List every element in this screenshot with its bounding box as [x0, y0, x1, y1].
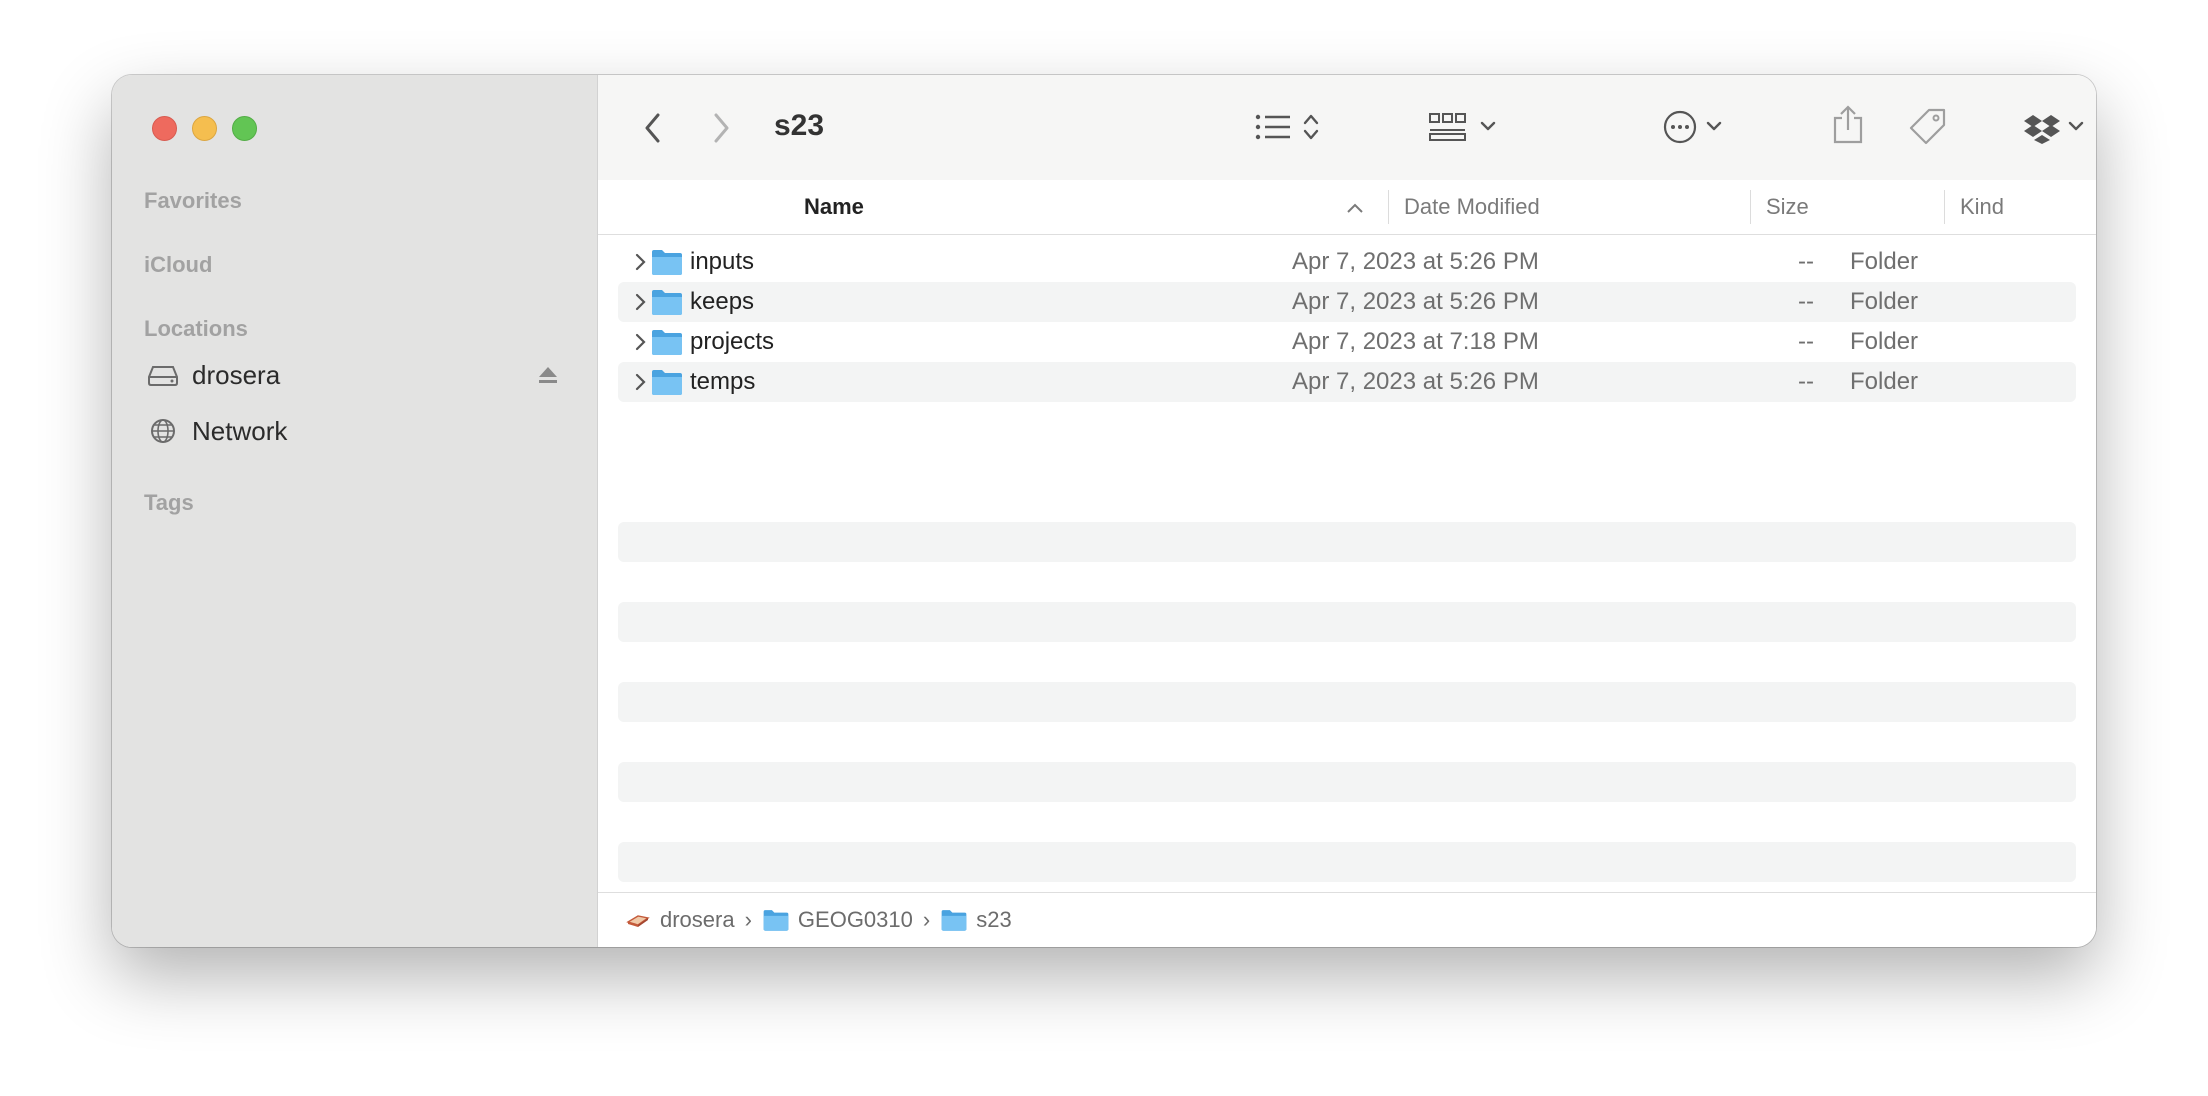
file-kind: Folder	[1850, 368, 1919, 395]
zoom-button[interactable]	[232, 116, 257, 141]
file-kind: Folder	[1850, 328, 1919, 355]
file-name: keeps	[690, 288, 755, 315]
file-size: --	[1798, 368, 1814, 395]
disclosure-chevron-icon[interactable]	[628, 290, 652, 314]
folder-icon	[650, 368, 684, 396]
folder-icon	[941, 910, 967, 931]
group-button[interactable]	[1426, 107, 1508, 147]
eject-icon[interactable]	[536, 363, 560, 387]
column-separator[interactable]	[1388, 190, 1389, 224]
file-name: projects	[690, 328, 775, 355]
drive-icon	[626, 915, 650, 927]
table-row[interactable]: keeps Apr 7, 2023 at 5:26 PM -- Folder	[618, 282, 2076, 322]
table-row[interactable]: temps Apr 7, 2023 at 5:26 PM -- Folder	[618, 362, 2076, 402]
share-button[interactable]	[1828, 103, 1868, 147]
empty-row	[618, 602, 2076, 642]
disclosure-chevron-icon[interactable]	[628, 370, 652, 394]
toolbar: s23	[598, 75, 2096, 181]
path-item-label: GEOG0310	[797, 907, 913, 932]
file-date: Apr 7, 2023 at 5:26 PM	[1292, 288, 1539, 315]
path-item-s23[interactable]: s23	[940, 907, 1012, 933]
content-area: s23 Name Date Modified Size Kind inputs …	[598, 75, 2096, 947]
path-separator-icon: ›	[922, 907, 931, 932]
grid-icon	[1429, 113, 1496, 141]
file-date: Apr 7, 2023 at 5:26 PM	[1292, 368, 1539, 395]
sidebar: Favorites iCloud Locations drosera Netwo…	[112, 75, 598, 947]
sort-ascending-icon[interactable]	[1346, 180, 1364, 234]
file-size: --	[1798, 328, 1814, 355]
column-separator[interactable]	[1944, 190, 1945, 224]
table-row[interactable]: projects Apr 7, 2023 at 7:18 PM -- Folde…	[618, 322, 2076, 362]
drive-icon	[148, 360, 178, 390]
dropbox-button[interactable]	[2024, 107, 2094, 147]
more-icon	[1663, 110, 1722, 144]
share-icon	[1833, 105, 1863, 144]
finder-window: Favorites iCloud Locations drosera Netwo…	[112, 75, 2096, 947]
forward-button[interactable]	[706, 108, 736, 148]
file-date: Apr 7, 2023 at 7:18 PM	[1292, 328, 1539, 355]
dropbox-icon	[2024, 115, 2084, 144]
path-bar: drosera › GEOG0310 › s23	[598, 892, 2096, 947]
empty-row	[618, 842, 2076, 882]
back-button[interactable]	[638, 108, 668, 148]
empty-row	[618, 682, 2076, 722]
column-header: Name Date Modified Size Kind	[598, 180, 2096, 235]
tag-icon	[1909, 108, 1946, 145]
sidebar-item-label: drosera	[192, 359, 281, 390]
file-date: Apr 7, 2023 at 5:26 PM	[1292, 248, 1539, 275]
sidebar-section-tags[interactable]: Tags	[144, 490, 194, 516]
sidebar-item-label: Network	[192, 415, 288, 446]
path-item-drosera[interactable]: drosera	[624, 907, 735, 933]
folder-icon	[650, 328, 684, 356]
folder-icon	[763, 910, 789, 931]
empty-row	[618, 522, 2076, 562]
minimize-button[interactable]	[192, 116, 217, 141]
disclosure-chevron-icon[interactable]	[628, 250, 652, 274]
column-size[interactable]: Size	[1766, 180, 1809, 234]
sidebar-item-drosera[interactable]: drosera	[148, 355, 568, 395]
column-kind[interactable]: Kind	[1960, 180, 2004, 234]
column-name[interactable]: Name	[804, 180, 864, 234]
file-kind: Folder	[1850, 288, 1919, 315]
close-button[interactable]	[152, 116, 177, 141]
action-button[interactable]	[1662, 107, 1732, 147]
view-options-button[interactable]	[1252, 107, 1332, 147]
file-size: --	[1798, 288, 1814, 315]
window-title: s23	[774, 109, 825, 142]
path-item-label: s23	[976, 907, 1012, 932]
folder-icon	[650, 248, 684, 276]
disclosure-chevron-icon[interactable]	[628, 330, 652, 354]
column-date-modified[interactable]: Date Modified	[1404, 180, 1540, 234]
folder-icon	[650, 288, 684, 316]
file-name: temps	[690, 368, 756, 395]
empty-row	[618, 762, 2076, 802]
chevron-right-icon	[714, 113, 729, 143]
path-item-geog0310[interactable]: GEOG0310	[762, 907, 913, 933]
sidebar-item-network[interactable]: Network	[148, 411, 568, 451]
column-separator[interactable]	[1750, 190, 1751, 224]
table-row[interactable]: inputs Apr 7, 2023 at 5:26 PM -- Folder	[618, 242, 2076, 282]
sidebar-section-favorites[interactable]: Favorites	[144, 188, 242, 214]
file-size: --	[1798, 248, 1814, 275]
file-kind: Folder	[1850, 248, 1919, 275]
list-view-icon	[1255, 114, 1319, 140]
tag-button[interactable]	[1906, 105, 1950, 149]
globe-icon	[148, 416, 178, 446]
chevron-left-icon	[645, 113, 660, 143]
sidebar-section-locations[interactable]: Locations	[144, 316, 248, 342]
path-separator-icon: ›	[744, 907, 752, 932]
path-item-label: drosera	[660, 907, 735, 932]
sidebar-section-icloud[interactable]: iCloud	[144, 252, 212, 278]
file-name: inputs	[690, 248, 755, 275]
